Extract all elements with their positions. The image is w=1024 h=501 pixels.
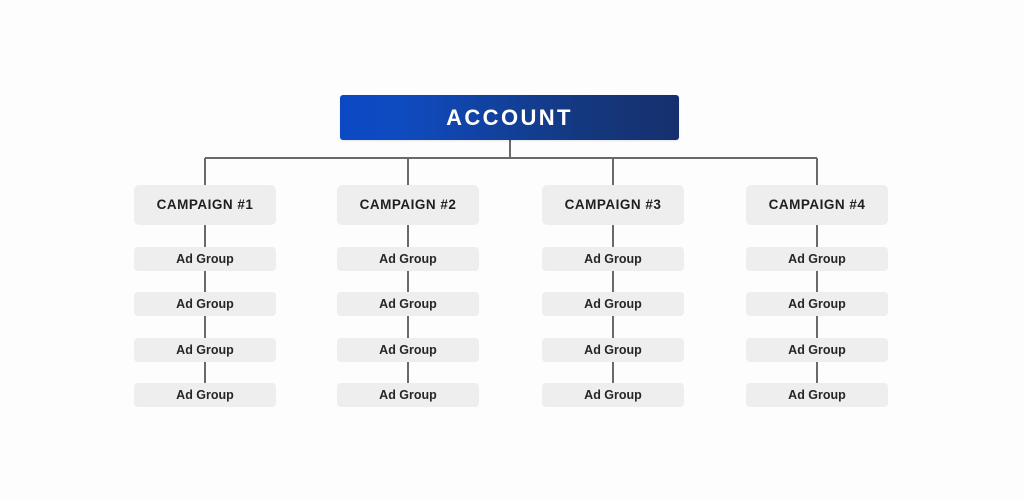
account-node[interactable]: ACCOUNT [340, 95, 679, 140]
ad-group-node-2-2-label: Ad Group [379, 296, 437, 311]
ad-group-node-4-2-label: Ad Group [788, 296, 846, 311]
ad-group-node-4-1-label: Ad Group [788, 251, 846, 266]
ad-group-node-2-4-label: Ad Group [379, 387, 437, 402]
ad-group-node-2-1-label: Ad Group [379, 251, 437, 266]
ad-group-node-1-2[interactable]: Ad Group [134, 292, 276, 316]
ad-group-node-2-4[interactable]: Ad Group [337, 383, 479, 407]
campaign-node-3[interactable]: CAMPAIGN #3 [542, 185, 684, 225]
campaign-node-1[interactable]: CAMPAIGN #1 [134, 185, 276, 225]
campaign-node-2-label: CAMPAIGN #2 [359, 197, 457, 213]
campaign-node-1-label: CAMPAIGN #1 [156, 197, 254, 213]
campaign-node-4-label: CAMPAIGN #4 [768, 197, 866, 213]
ad-group-node-3-1[interactable]: Ad Group [542, 247, 684, 271]
ad-group-node-1-2-label: Ad Group [176, 296, 234, 311]
ad-group-node-4-1[interactable]: Ad Group [746, 247, 888, 271]
ad-group-node-4-4[interactable]: Ad Group [746, 383, 888, 407]
account-node-label: ACCOUNT [446, 104, 573, 130]
ad-group-node-3-3[interactable]: Ad Group [542, 338, 684, 362]
ad-group-node-1-3[interactable]: Ad Group [134, 338, 276, 362]
ad-group-node-3-4[interactable]: Ad Group [542, 383, 684, 407]
campaign-node-3-label: CAMPAIGN #3 [564, 197, 662, 213]
ad-group-node-4-2[interactable]: Ad Group [746, 292, 888, 316]
ad-group-node-1-4-label: Ad Group [176, 387, 234, 402]
campaign-node-4[interactable]: CAMPAIGN #4 [746, 185, 888, 225]
ad-group-node-3-2-label: Ad Group [584, 296, 642, 311]
ad-group-node-2-2[interactable]: Ad Group [337, 292, 479, 316]
ad-group-node-1-3-label: Ad Group [176, 342, 234, 357]
ad-group-node-3-2[interactable]: Ad Group [542, 292, 684, 316]
ad-group-node-2-3-label: Ad Group [379, 342, 437, 357]
ad-group-node-1-1-label: Ad Group [176, 251, 234, 266]
ad-group-node-3-3-label: Ad Group [584, 342, 642, 357]
ad-group-node-4-3-label: Ad Group [788, 342, 846, 357]
ad-group-node-1-4[interactable]: Ad Group [134, 383, 276, 407]
ad-group-node-4-3[interactable]: Ad Group [746, 338, 888, 362]
ad-group-node-2-3[interactable]: Ad Group [337, 338, 479, 362]
campaign-node-2[interactable]: CAMPAIGN #2 [337, 185, 479, 225]
ad-group-node-2-1[interactable]: Ad Group [337, 247, 479, 271]
account-structure-diagram: ACCOUNT CAMPAIGN #1 Ad Group Ad Group Ad… [0, 0, 1024, 501]
ad-group-node-3-4-label: Ad Group [584, 387, 642, 402]
ad-group-node-3-1-label: Ad Group [584, 251, 642, 266]
ad-group-node-1-1[interactable]: Ad Group [134, 247, 276, 271]
ad-group-node-4-4-label: Ad Group [788, 387, 846, 402]
